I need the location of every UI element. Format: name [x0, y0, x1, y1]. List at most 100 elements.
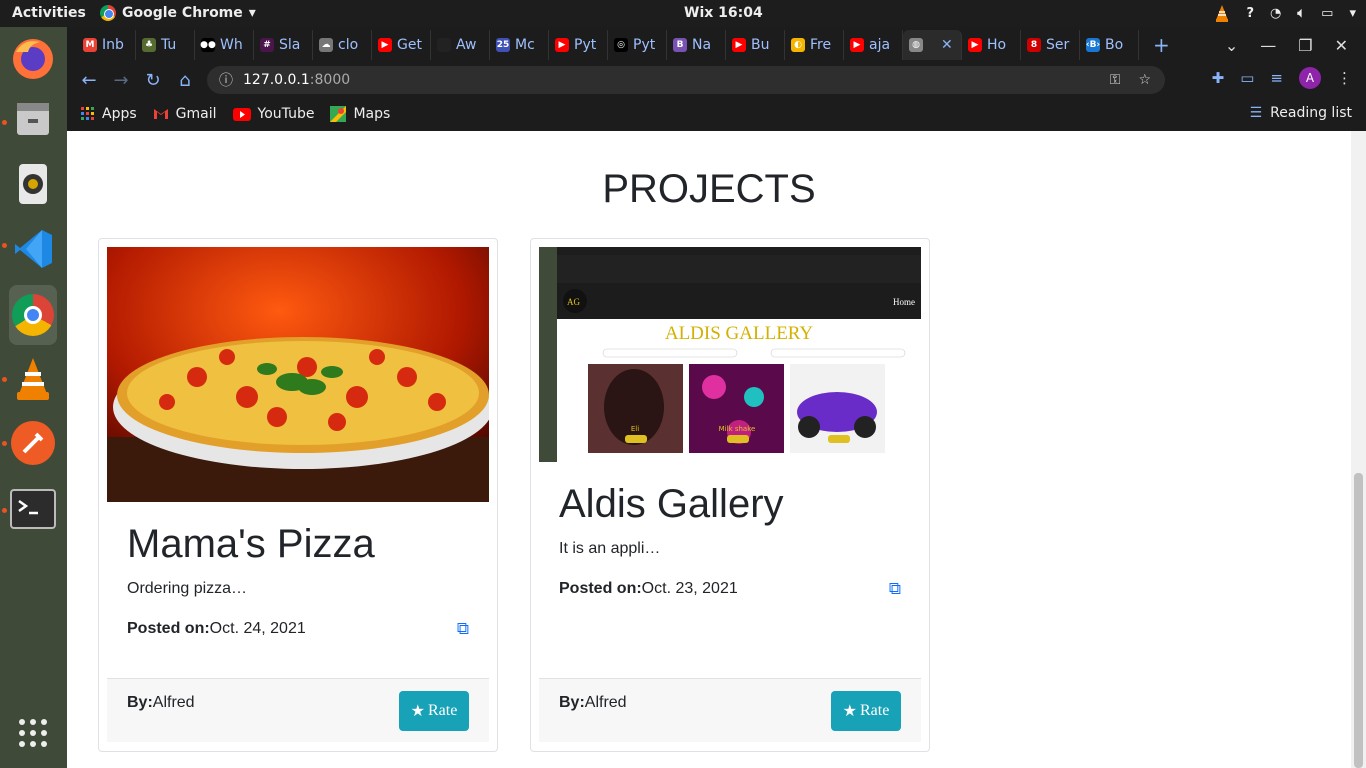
rate-button[interactable]: ★ Rate	[831, 691, 901, 731]
address-bar[interactable]: ⓘ 127.0.0.1:8000 ⚿ ☆	[207, 66, 1165, 94]
tab-label: Na	[692, 37, 712, 53]
system-tray[interactable]: ? ◔ 🔈︎ ▭ ▾	[1214, 4, 1356, 22]
tab-label: Get	[397, 37, 422, 53]
browser-tab[interactable]: ▶ Ho	[962, 30, 1021, 60]
tab-search-icon[interactable]: ⌄	[1225, 36, 1238, 55]
cast-icon[interactable]: ▭	[1240, 69, 1254, 87]
bookmark-maps[interactable]: Maps	[330, 106, 390, 122]
close-tab-icon[interactable]: ✕	[941, 37, 953, 53]
reading-list-icon: ☰	[1249, 105, 1263, 121]
page-scrollbar[interactable]	[1351, 131, 1366, 768]
close-window-button[interactable]: ✕	[1335, 36, 1348, 55]
bookmark-label: Gmail	[175, 106, 217, 122]
external-link-icon[interactable]: ⧉	[457, 619, 469, 639]
chevron-down-icon[interactable]: ▾	[1349, 6, 1356, 21]
clock[interactable]: Wix 16:04	[684, 5, 763, 21]
tab-favicon-icon: ●●	[200, 38, 216, 52]
tab-label: Tu	[161, 37, 177, 53]
forward-button[interactable]: →	[105, 70, 137, 91]
browser-tab[interactable]: 25 Mc	[490, 30, 549, 60]
tab-label: Aw	[456, 37, 477, 53]
site-info-icon[interactable]: ⓘ	[219, 70, 233, 90]
firefox-icon	[13, 39, 53, 79]
volume-icon[interactable]: 🔈︎	[1297, 6, 1305, 21]
project-description: Ordering pizza…	[127, 580, 248, 597]
tab-favicon-icon: ◐	[791, 38, 805, 52]
tab-label: Bu	[751, 37, 770, 53]
bookmark-gmail[interactable]: Gmail	[153, 106, 217, 122]
external-link-icon[interactable]: ⧉	[889, 579, 901, 599]
browser-tab[interactable]: 8 Ser	[1021, 30, 1080, 60]
tab-current[interactable]: ◍ ✕	[903, 30, 962, 60]
battery-icon[interactable]: ▭	[1321, 6, 1333, 21]
bookmarks-bar: Apps Gmail YouTube Maps ☰ Reading list	[67, 97, 1366, 131]
chevron-down-icon: ▾	[248, 5, 256, 21]
reload-button[interactable]: ↻	[137, 70, 169, 91]
window-controls: ⌄ — ❐ ✕	[1225, 27, 1366, 63]
card-footer: By:Alfred ★ Rate	[539, 678, 921, 742]
back-button[interactable]: ←	[73, 70, 105, 91]
media-control-icon[interactable]: ≡	[1270, 69, 1283, 87]
files-launcher[interactable]	[9, 95, 57, 143]
bookmark-apps[interactable]: Apps	[81, 106, 137, 122]
browser-tab[interactable]: ☁ clo	[313, 30, 372, 60]
browser-tab[interactable]: ●● Wh	[195, 30, 254, 60]
project-title: Aldis Gallery	[559, 482, 784, 526]
browser-tab[interactable]: Aw	[431, 30, 490, 60]
tab-label: Bo	[1105, 37, 1124, 53]
tab-favicon-icon: #	[260, 38, 274, 52]
browser-tab[interactable]: ◎ Pyt	[608, 30, 667, 60]
gallery-site-title: ALDIS GALLERY	[665, 323, 814, 344]
show-apps-button[interactable]	[9, 709, 57, 757]
browser-tab[interactable]: ‹B› Bo	[1080, 30, 1139, 60]
vlc-tray-icon[interactable]	[1214, 4, 1230, 22]
project-title: Mama's Pizza	[127, 522, 375, 566]
reading-list-button[interactable]: ☰ Reading list	[1250, 105, 1352, 121]
help-icon[interactable]: ?	[1246, 6, 1254, 21]
puzzle-icon[interactable]: ✚	[1212, 69, 1225, 87]
bookmark-star-icon[interactable]: ☆	[1138, 72, 1151, 88]
menu-icon[interactable]: ⋮	[1337, 69, 1352, 87]
system-top-bar: Activities Google Chrome ▾ Wix 16:04 ? ◔…	[0, 0, 1366, 27]
chrome-launcher[interactable]	[9, 285, 57, 345]
rhythmbox-launcher[interactable]	[9, 160, 57, 208]
maps-icon	[330, 106, 347, 122]
browser-tab[interactable]: ▶ Pyt	[549, 30, 608, 60]
bookmark-label: Maps	[353, 106, 391, 122]
scrollbar-thumb[interactable]	[1354, 473, 1363, 768]
vlc-launcher[interactable]	[9, 355, 57, 403]
vscode-launcher[interactable]	[9, 225, 57, 273]
postman-launcher[interactable]	[9, 419, 57, 467]
browser-tab[interactable]: ▶ Bu	[726, 30, 785, 60]
browser-tab[interactable]: # Sla	[254, 30, 313, 60]
browser-tab[interactable]: ♣ Tu	[136, 30, 195, 60]
project-image-gallery-screenshot: AG Home ALDIS GALLERY Eli Milk shake	[539, 247, 921, 462]
browser-tab[interactable]: ▶ Get	[372, 30, 431, 60]
home-button[interactable]: ⌂	[169, 70, 201, 91]
firefox-launcher[interactable]	[9, 35, 57, 83]
tab-favicon-icon: 8	[1027, 38, 1041, 52]
terminal-icon	[10, 489, 56, 529]
star-icon: ★	[842, 703, 857, 720]
maximize-button[interactable]: ❐	[1298, 36, 1312, 55]
bookmark-youtube[interactable]: YouTube	[232, 106, 314, 122]
rate-button[interactable]: ★ Rate	[399, 691, 469, 731]
new-tab-button[interactable]: +	[1153, 33, 1170, 57]
network-icon[interactable]: ◔	[1270, 6, 1281, 21]
activities-button[interactable]: Activities	[12, 5, 86, 21]
browser-tab[interactable]: M Inb	[77, 30, 136, 60]
terminal-launcher[interactable]	[9, 485, 57, 533]
profile-avatar[interactable]: A	[1299, 67, 1321, 89]
page-title: PROJECTS	[602, 167, 816, 211]
browser-tab[interactable]: B Na	[667, 30, 726, 60]
tab-label: aja	[869, 37, 891, 53]
browser-tab[interactable]: ◐ Fre	[785, 30, 844, 60]
project-card: AG Home ALDIS GALLERY Eli Milk shake Ald…	[530, 238, 930, 752]
minimize-button[interactable]: —	[1260, 36, 1276, 55]
browser-tab[interactable]: ▶ aja	[844, 30, 903, 60]
bookmark-label: Apps	[102, 106, 137, 122]
url-host: 127.0.0.1	[243, 72, 310, 88]
tab-favicon-icon: ▶	[378, 38, 392, 52]
app-menu[interactable]: Google Chrome ▾	[100, 5, 256, 21]
key-icon[interactable]: ⚿	[1110, 72, 1121, 88]
